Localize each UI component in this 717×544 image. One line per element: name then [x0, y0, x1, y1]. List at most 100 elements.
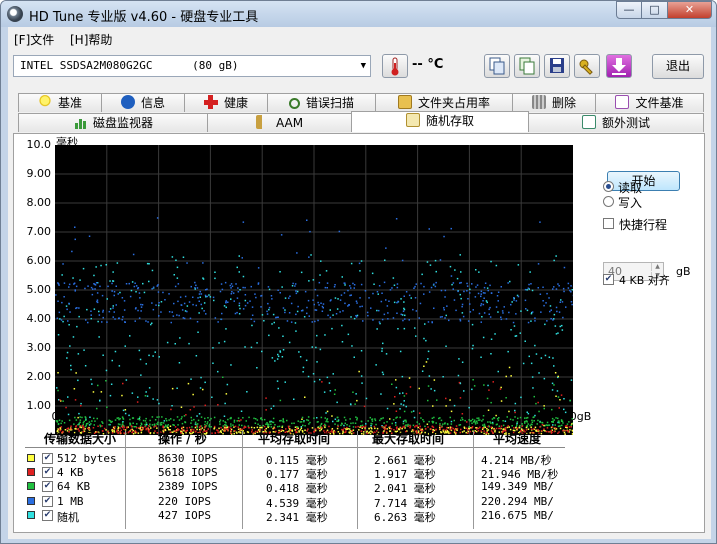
tab-folder-usage[interactable]: 文件夹占用率: [375, 93, 513, 112]
scatter-point: [305, 359, 308, 362]
scatter-point: [291, 422, 293, 425]
scatter-point: [463, 290, 465, 293]
exit-button[interactable]: 退出: [652, 54, 704, 79]
save-button[interactable]: [544, 54, 570, 78]
scatter-point: [461, 361, 464, 363]
read-radio[interactable]: [603, 181, 614, 192]
scatter-point: [141, 304, 144, 306]
scatter-point: [186, 310, 188, 313]
scatter-point: [130, 289, 133, 292]
scatter-point: [227, 418, 229, 421]
series-checkbox[interactable]: ✔: [42, 496, 53, 507]
scatter-point: [200, 376, 202, 379]
scatter-point: [324, 426, 326, 429]
align-4kb-checkbox[interactable]: ✔: [603, 274, 614, 285]
scatter-point: [387, 318, 389, 320]
scatter-point: [526, 289, 528, 291]
tab-random-access[interactable]: 随机存取: [351, 111, 529, 132]
tab-error-scan[interactable]: 错误扫描: [267, 93, 376, 112]
scatter-point: [427, 426, 429, 428]
scatter-point: [439, 426, 441, 429]
copy-all-button[interactable]: [514, 54, 540, 78]
scatter-point: [455, 431, 457, 434]
scatter-point: [487, 433, 490, 435]
scatter-point: [456, 429, 458, 431]
series-checkbox[interactable]: ✔: [42, 510, 53, 521]
scatter-point: [279, 399, 282, 402]
tab-disk-monitor[interactable]: 磁盘监视器: [18, 113, 208, 132]
scatter-point: [485, 433, 487, 435]
scatter-point: [106, 406, 108, 408]
scatter-point: [152, 398, 154, 400]
scatter-point: [331, 428, 334, 430]
scatter-point: [79, 416, 81, 418]
scatter-point: [184, 295, 187, 298]
options-button[interactable]: [574, 54, 600, 78]
scatter-point: [378, 309, 380, 312]
scatter-point: [196, 423, 199, 425]
scatter-point: [114, 318, 116, 320]
scatter-point: [180, 406, 183, 408]
scatter-point: [140, 303, 142, 306]
scatter-point: [557, 425, 560, 428]
scatter-point: [59, 318, 61, 320]
scatter-point: [124, 412, 127, 415]
scatter-point: [256, 426, 259, 429]
scatter-point: [160, 301, 163, 303]
scatter-point: [176, 314, 178, 316]
scatter-point: [314, 288, 317, 291]
tab-extra-tests[interactable]: 额外测试: [528, 113, 704, 132]
tab-file-benchmark[interactable]: 文件基准: [595, 93, 704, 112]
scatter-point: [333, 393, 336, 395]
scatter-point: [144, 420, 147, 422]
scatter-point: [329, 390, 332, 392]
series-checkbox[interactable]: ✔: [42, 453, 53, 464]
scatter-point: [259, 425, 261, 427]
scatter-point: [307, 416, 310, 418]
scatter-point: [214, 271, 216, 273]
tab-info[interactable]: 信息: [101, 93, 185, 112]
scatter-point: [454, 428, 456, 431]
tab-benchmark[interactable]: 基准: [18, 93, 102, 112]
scatter-point: [122, 425, 124, 427]
close-button[interactable]: ✕: [668, 1, 712, 19]
scatter-point: [90, 378, 92, 381]
series-checkbox[interactable]: ✔: [42, 467, 53, 478]
copy-info-button[interactable]: [484, 54, 510, 78]
scatter-point: [461, 417, 463, 419]
temperature-button[interactable]: [382, 54, 408, 78]
series-checkbox[interactable]: ✔: [42, 481, 53, 492]
maximize-button[interactable]: □: [642, 1, 668, 19]
scatter-point: [230, 425, 232, 427]
short-stroke-checkbox[interactable]: [603, 218, 614, 229]
tab-erase[interactable]: 删除: [512, 93, 596, 112]
scatter-point: [443, 235, 445, 238]
scatter-point: [497, 311, 499, 313]
scatter-point: [402, 426, 404, 428]
write-radio[interactable]: [603, 196, 614, 207]
scatter-point: [570, 426, 572, 428]
menu-help[interactable]: [H]帮助: [70, 31, 112, 48]
title-bar[interactable]: HD Tune 专业版 v4.60 - 硬盘专业工具 — □ ✕: [1, 1, 716, 27]
scatter-point: [506, 426, 509, 429]
scatter-point: [68, 419, 71, 422]
spin-up-icon[interactable]: ▲: [651, 263, 663, 271]
scatter-point: [133, 285, 136, 288]
scatter-point: [86, 308, 88, 311]
tab-aam[interactable]: AAM: [207, 113, 352, 132]
scatter-point: [300, 426, 303, 428]
scatter-point: [234, 425, 237, 428]
scatter-point: [344, 422, 346, 425]
scatter-point: [317, 421, 319, 423]
minimize-button[interactable]: —: [616, 1, 642, 19]
scatter-point: [78, 412, 80, 415]
scatter-point: [247, 425, 250, 427]
download-button[interactable]: [606, 54, 632, 78]
tab-health[interactable]: 健康: [184, 93, 268, 112]
scatter-point: [487, 421, 489, 423]
scatter-point: [178, 362, 181, 364]
scatter-point: [466, 421, 468, 423]
drive-select[interactable]: INTEL SSDSA2M080G2GC (80 gB) ▼: [13, 55, 371, 77]
scatter-point: [300, 427, 303, 430]
menu-file[interactable]: [F]文件: [14, 31, 54, 48]
